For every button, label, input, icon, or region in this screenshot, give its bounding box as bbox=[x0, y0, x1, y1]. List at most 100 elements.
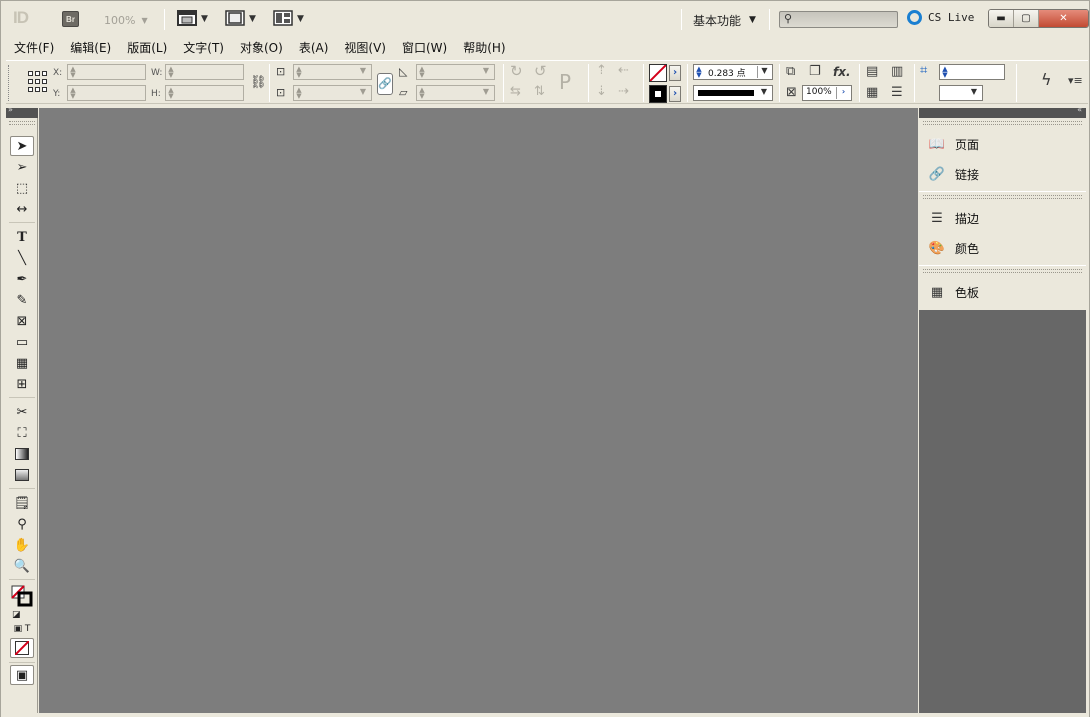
page-tool-icon[interactable]: ⬚ bbox=[10, 178, 34, 198]
panel-stroke[interactable]: ☰ 描边 bbox=[927, 207, 979, 229]
menu-table[interactable]: 表(A) bbox=[299, 39, 329, 56]
panel-menu-icon[interactable]: ▾≡ bbox=[1068, 74, 1083, 88]
panel-links[interactable]: 🔗 链接 bbox=[927, 163, 979, 185]
menu-view[interactable]: 视图(V) bbox=[344, 39, 386, 56]
scale-y-field[interactable]: ▲ ▼ ▼ bbox=[293, 85, 372, 101]
chevron-right-icon: › bbox=[672, 67, 678, 78]
reference-point-icon[interactable] bbox=[28, 71, 47, 93]
screen-mode-button[interactable]: ▼ bbox=[225, 9, 256, 28]
menu-window[interactable]: 窗口(W) bbox=[402, 39, 447, 56]
flip-vertical-icon[interactable]: ⇅ bbox=[534, 85, 545, 99]
text-wrap-none-icon[interactable]: ▤ bbox=[866, 65, 878, 79]
rectangle-tool-icon[interactable]: ▭ bbox=[10, 332, 34, 352]
stroke-swatch[interactable] bbox=[649, 85, 667, 103]
scissors-tool-icon[interactable]: ✂ bbox=[10, 402, 34, 422]
fill-dropdown-button[interactable]: › bbox=[669, 65, 681, 81]
frame-value-field[interactable]: ▲ ▼ bbox=[939, 64, 1005, 80]
default-colors-icon[interactable]: ◪ bbox=[10, 608, 34, 622]
rectangle-frame-tool-icon[interactable]: ⊠ bbox=[10, 311, 34, 331]
menu-object[interactable]: 对象(O) bbox=[240, 39, 283, 56]
opacity-field[interactable]: 100% › bbox=[802, 85, 852, 101]
rotation-field[interactable]: ▲ ▼ ▼ bbox=[416, 64, 495, 80]
rotate-counterclockwise-icon[interactable]: ↺ bbox=[534, 64, 547, 79]
pen-tool-icon[interactable]: ✒ bbox=[10, 269, 34, 289]
search-field[interactable]: ⚲ bbox=[779, 11, 898, 28]
screen-mode-tool-icon[interactable]: ▣ bbox=[10, 665, 34, 685]
gradient-swatch-tool-icon[interactable] bbox=[10, 444, 34, 464]
workspace-switcher[interactable]: 基本功能 ▼ bbox=[693, 10, 756, 30]
maximize-button[interactable]: ▢ bbox=[1014, 10, 1039, 27]
frame-fitting-icon[interactable]: ⌗ bbox=[920, 64, 927, 78]
y-field[interactable]: ▲ ▼ bbox=[67, 85, 146, 101]
hand-tool-icon[interactable]: ✋ bbox=[10, 535, 34, 555]
eyedropper-tool-icon[interactable]: ⚲ bbox=[10, 514, 34, 534]
pencil-tool-icon[interactable]: ✎ bbox=[10, 290, 34, 310]
scale-x-field[interactable]: ▲ ▼ ▼ bbox=[293, 64, 372, 80]
zoom-tool-icon[interactable]: 🔍 bbox=[10, 556, 34, 576]
cs-live-button[interactable]: CS Live bbox=[907, 10, 974, 25]
menu-edit[interactable]: 编辑(E) bbox=[70, 39, 111, 56]
menu-help[interactable]: 帮助(H) bbox=[463, 39, 505, 56]
divider bbox=[687, 64, 688, 102]
h-field[interactable]: ▲ ▼ bbox=[165, 85, 244, 101]
text-wrap-jump-icon[interactable]: ☰ bbox=[891, 86, 903, 100]
y-label: Y: bbox=[53, 89, 61, 99]
rotate-clockwise-icon[interactable]: ↻ bbox=[510, 64, 523, 79]
panel-color[interactable]: 🎨 颜色 bbox=[927, 237, 979, 259]
menu-layout[interactable]: 版面(L) bbox=[127, 39, 167, 56]
formatting-affects-icon[interactable]: ▣ T bbox=[10, 622, 34, 636]
type-tool-icon[interactable]: T bbox=[10, 227, 34, 247]
free-transform-tool-icon[interactable]: ⛶ bbox=[10, 423, 34, 443]
select-next-icon[interactable]: ⇢ bbox=[618, 85, 629, 99]
x-field[interactable]: ▲ ▼ bbox=[67, 64, 146, 80]
apply-none-icon[interactable] bbox=[10, 638, 34, 658]
panel-grip[interactable] bbox=[9, 121, 35, 125]
panel-grip[interactable] bbox=[923, 269, 1082, 273]
link-scale-button[interactable]: 🔗 bbox=[377, 73, 393, 95]
direct-selection-tool-icon[interactable]: ➢ bbox=[10, 157, 34, 177]
note-tool-icon[interactable]: 🗒 bbox=[10, 493, 34, 513]
view-options-button[interactable]: ▼ bbox=[177, 9, 208, 28]
selection-tool-icon[interactable]: ➤ bbox=[10, 136, 34, 156]
w-field[interactable]: ▲ ▼ bbox=[165, 64, 244, 80]
drop-shadow-icon[interactable]: ⧉ bbox=[786, 65, 795, 79]
arrange-documents-button[interactable]: ▼ bbox=[273, 9, 304, 28]
menu-file[interactable]: 文件(F) bbox=[14, 39, 54, 56]
document-canvas[interactable] bbox=[39, 108, 918, 713]
panel-swatches[interactable]: ▦ 色板 bbox=[927, 281, 979, 303]
zoom-level-dropdown[interactable]: 100% ▼ bbox=[104, 10, 154, 30]
stroke-dropdown-button[interactable]: › bbox=[669, 86, 681, 102]
bridge-button[interactable]: Br bbox=[62, 11, 79, 27]
toolbox-header[interactable]: » bbox=[6, 105, 38, 118]
panel-dock-header[interactable]: « bbox=[919, 105, 1086, 118]
menu-type[interactable]: 文字(T) bbox=[183, 39, 224, 56]
panel-grip[interactable] bbox=[923, 195, 1082, 199]
select-content-icon[interactable]: ⇣ bbox=[596, 85, 607, 99]
divider bbox=[9, 222, 35, 223]
fill-swatch[interactable] bbox=[649, 64, 667, 82]
fx-effects-icon[interactable]: fx. bbox=[833, 65, 851, 79]
close-button[interactable]: ✕ bbox=[1039, 10, 1088, 27]
stroke-weight-field[interactable]: ▲ ▼ 0.283 点 ▼ bbox=[693, 64, 773, 80]
frame-option-dropdown[interactable]: ▼ bbox=[939, 85, 983, 101]
line-tool-icon[interactable]: ╲ bbox=[10, 248, 34, 268]
panel-grip[interactable] bbox=[8, 65, 12, 101]
constrain-proportions-icon[interactable]: ⛓ bbox=[250, 76, 267, 90]
grid-tool-icon[interactable]: ⊞ bbox=[10, 374, 34, 394]
text-wrap-shape-icon[interactable]: ▦ bbox=[866, 86, 878, 100]
panel-grip[interactable] bbox=[923, 121, 1082, 125]
text-wrap-bounding-icon[interactable]: ▥ bbox=[891, 65, 903, 79]
shadow-box-icon[interactable]: ❐ bbox=[809, 65, 821, 79]
quick-apply-icon[interactable]: ϟ bbox=[1041, 72, 1052, 88]
stroke-type-field[interactable]: ▼ bbox=[693, 85, 773, 101]
panel-pages[interactable]: 📖 页面 bbox=[927, 133, 979, 155]
fill-stroke-swatch-icon[interactable] bbox=[10, 584, 34, 608]
shear-field[interactable]: ▲ ▼ ▼ bbox=[416, 85, 495, 101]
gradient-feather-tool-icon[interactable] bbox=[10, 465, 34, 485]
select-container-icon[interactable]: ⇡ bbox=[596, 64, 607, 78]
table-tool-icon[interactable]: ▦ bbox=[10, 353, 34, 373]
minimize-button[interactable]: ▬ bbox=[989, 10, 1014, 27]
select-previous-icon[interactable]: ⇠ bbox=[618, 64, 629, 78]
flip-horizontal-icon[interactable]: ⇆ bbox=[510, 85, 521, 99]
gap-tool-icon[interactable]: ↔ bbox=[10, 199, 34, 219]
